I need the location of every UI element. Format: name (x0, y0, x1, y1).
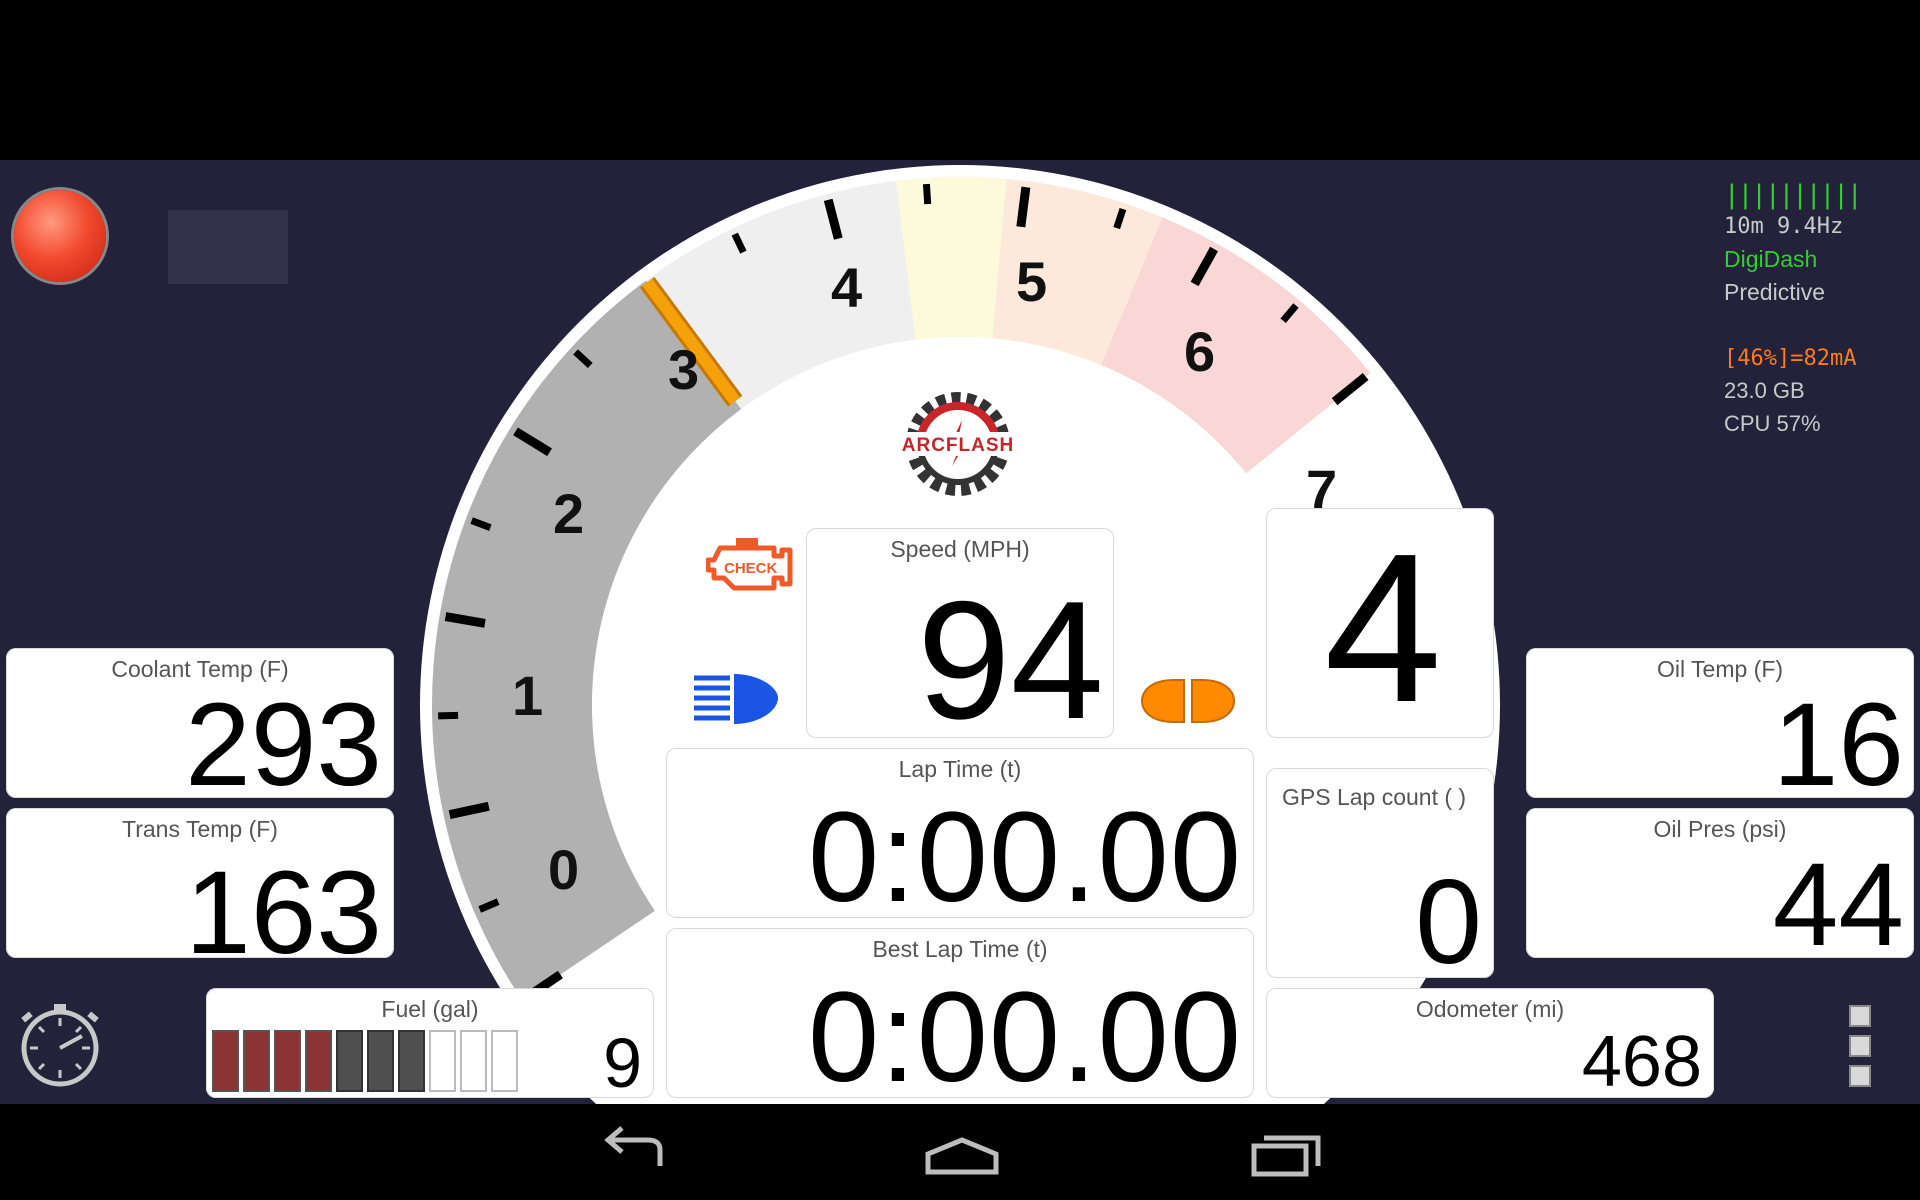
navigation-bar (0, 1104, 1920, 1200)
trans-temp-label: Trans Temp (F) (122, 816, 278, 842)
coolant-temp-gauge: Coolant Temp (F) 293 (6, 648, 394, 804)
overflow-menu-icon (1849, 1005, 1871, 1087)
mode-label: Predictive (1724, 279, 1825, 305)
fuel-value: 9 (603, 1024, 642, 1102)
arcflash-logo: ARCFLASH (892, 390, 1024, 502)
gear-value: 4 (1324, 509, 1442, 746)
trans-temp-gauge: Trans Temp (F) 163 (6, 808, 394, 972)
back-icon (604, 1126, 663, 1166)
storage-status: 23.0 GB (1724, 378, 1805, 403)
gauge-label-2: 2 (553, 482, 585, 545)
battery-status: [46%]=82mA (1724, 346, 1857, 371)
oil-temp-value: 16 (1772, 679, 1904, 811)
odometer-value: 468 (1581, 1022, 1702, 1102)
fuel-gauge: Fuel (gal) 9 (206, 988, 654, 1098)
coolant-temp-value: 293 (185, 679, 382, 811)
logo-text: ARCFLASH (901, 435, 1015, 456)
best-lap-time-label: Best Lap Time (t) (872, 936, 1048, 962)
best-lap-time-gauge: Best Lap Time (t) 0:00.00 (666, 928, 1254, 1102)
timer-rate: 10m 9.4Hz (1724, 214, 1844, 239)
recents-icon (1251, 1135, 1321, 1177)
recents-button[interactable] (1248, 1130, 1324, 1180)
placeholder-panel (168, 210, 288, 284)
odometer-gauge: Odometer (mi) 468 (1266, 988, 1714, 1098)
gauge-label-0: 0 (548, 838, 580, 901)
gps-lap-count-value-card: GPS Lap count ( ) 0 (1266, 768, 1494, 982)
fuel-bar-segment (212, 1030, 239, 1092)
speed-value: 94 (917, 566, 1104, 754)
home-icon (925, 1137, 999, 1175)
fuel-bar-segment (274, 1030, 301, 1092)
app-name: DigiDash (1724, 246, 1818, 272)
fuel-bar-segment (460, 1030, 487, 1092)
gauge-label-4: 4 (831, 256, 863, 319)
overflow-menu-button[interactable] (1846, 1002, 1874, 1088)
oil-pres-gauge: Oil Pres (psi) 44 (1526, 808, 1914, 964)
fuel-bar-segment (367, 1030, 394, 1092)
turn-signal-indicator-icon (1140, 679, 1236, 723)
gauge-label-1: 1 (512, 664, 544, 727)
lap-time-value: 0:00.00 (807, 786, 1242, 929)
dashboard-screen: |||||||||| 10m 9.4Hz DigiDash Predictive… (0, 160, 1920, 1104)
fuel-bar-segment (243, 1030, 270, 1092)
gps-lap-count-value: 0 (1415, 855, 1482, 989)
stopwatch-icon[interactable] (16, 1000, 104, 1088)
home-button[interactable] (922, 1134, 1002, 1178)
gauge-label-6: 6 (1184, 320, 1216, 383)
check-engine-indicator: CHECK (705, 534, 802, 600)
fuel-bar-segment (429, 1030, 456, 1092)
gear-gauge: 4 (1266, 508, 1494, 738)
trans-temp-value: 163 (185, 847, 382, 979)
oil-pres-value: 44 (1772, 839, 1904, 971)
gauge-label-5: 5 (1016, 250, 1048, 313)
speed-gauge: Speed (MPH) 94 (806, 528, 1114, 744)
cpu-status: CPU 57% (1724, 411, 1821, 436)
gauge-tick-5.5 (922, 183, 932, 205)
fuel-label: Fuel (gal) (381, 996, 479, 1022)
oil-temp-gauge: Oil Temp (F) 16 (1526, 648, 1914, 804)
top-black-bar (0, 0, 1920, 160)
lap-time-gauge: Lap Time (t) 0:00.00 (666, 748, 1254, 922)
signal-bars: |||||||||| (1724, 180, 1863, 210)
lap-time-label: Lap Time (t) (898, 756, 1022, 782)
fuel-bar-segment (336, 1030, 363, 1092)
fuel-bar-segment (398, 1030, 425, 1092)
gauge-tick-6 (1016, 186, 1031, 228)
gauge-caution-zone (895, 177, 1007, 340)
gauge-label-3: 3 (668, 338, 700, 401)
record-button[interactable] (14, 190, 106, 282)
best-lap-time-value: 0:00.00 (807, 966, 1242, 1104)
speed-label: Speed (MPH) (890, 536, 1030, 562)
high-beam-indicator-icon (694, 674, 778, 724)
back-button[interactable] (596, 1122, 674, 1182)
fuel-bar-segment (491, 1030, 518, 1092)
fuel-bar-segment (305, 1030, 332, 1092)
check-engine-label: CHECK (724, 560, 778, 577)
gps-lap-count-title: GPS Lap count ( ) (1282, 784, 1467, 810)
odometer-label: Odometer (mi) (1415, 996, 1565, 1022)
